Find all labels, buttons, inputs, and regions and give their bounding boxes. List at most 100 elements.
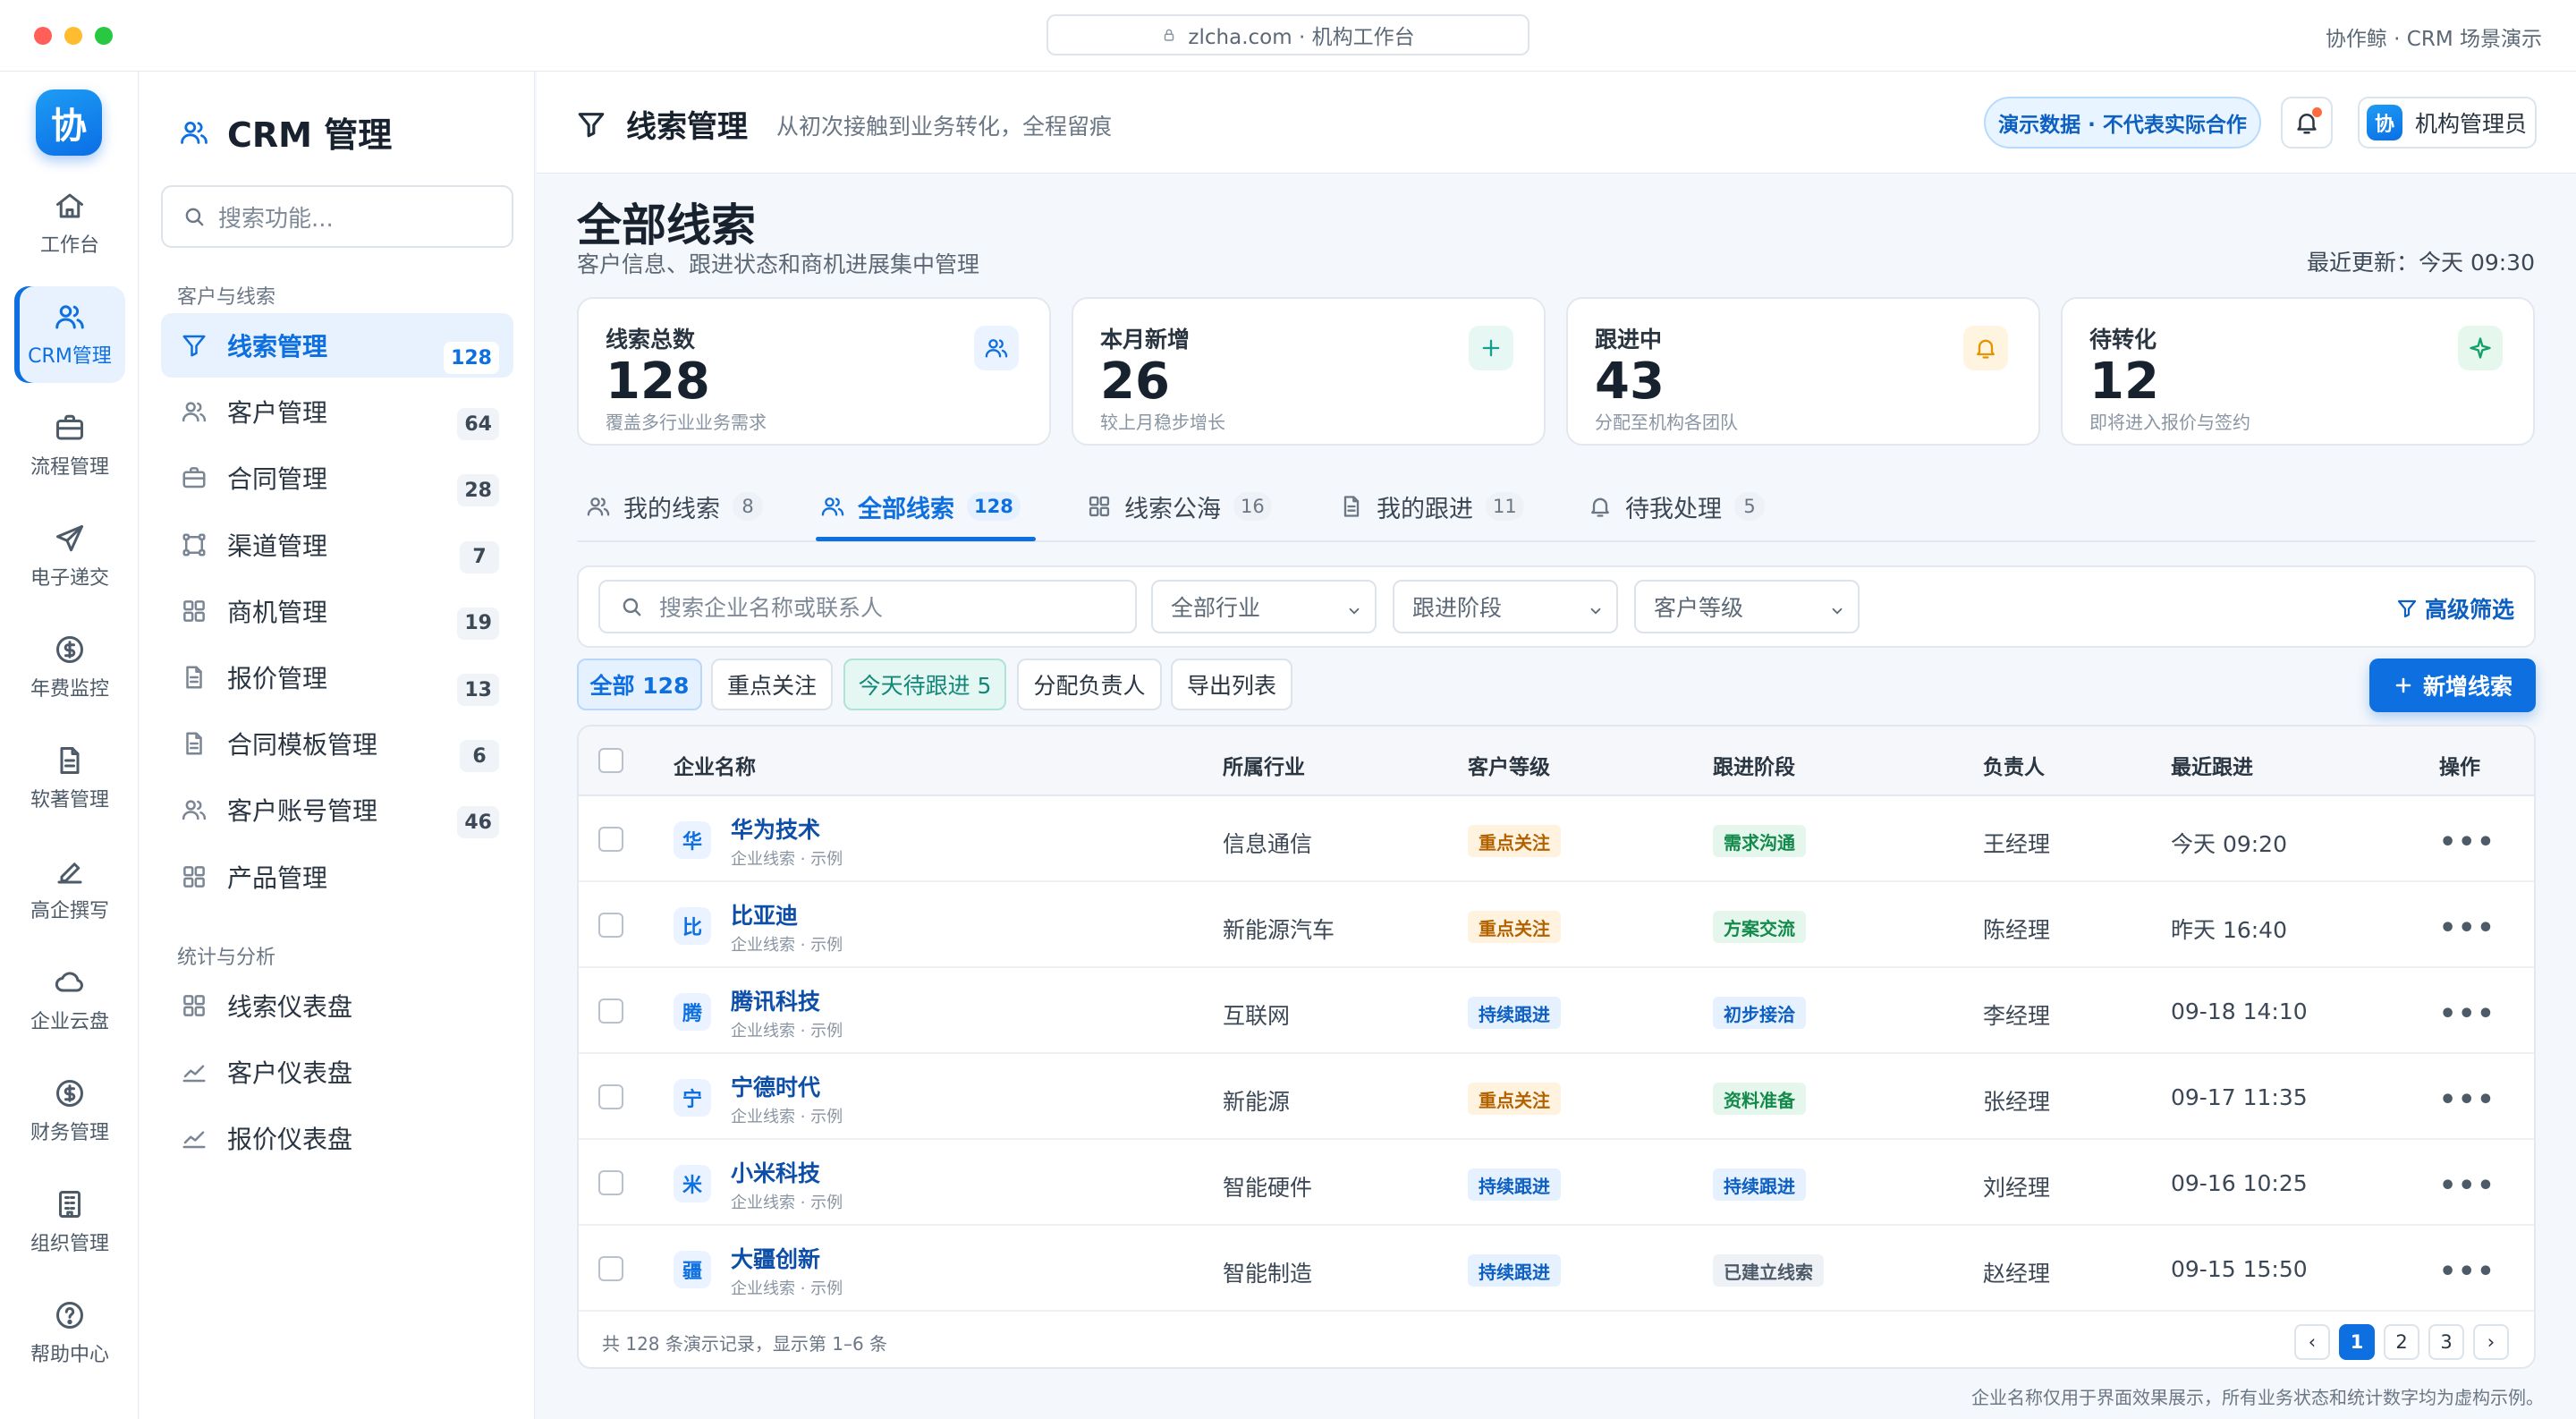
app-logo[interactable]: 协 — [36, 89, 102, 156]
row-checkbox[interactable] — [598, 1256, 623, 1281]
company-name-link[interactable]: 大疆创新 — [731, 1242, 820, 1274]
minimize-window-button[interactable] — [64, 27, 82, 45]
sidebar-item-2-2[interactable]: 客户仪表盘 — [161, 1040, 513, 1104]
row-checkbox[interactable] — [598, 913, 623, 938]
disclaimer-text: 企业名称仅用于界面效果展示，所有业务状态和统计数字均为虚构示例。 — [1971, 1387, 2544, 1408]
sidebar-item-label: 合同模板管理 — [227, 730, 378, 760]
more-actions-button[interactable]: ••• — [2439, 1170, 2496, 1202]
table-row[interactable]: 疆大疆创新 企业线索 · 示例 智能制造 持续跟进 已建立线索 赵经理 09-15 15:5… — [579, 1226, 2534, 1312]
record-count: 共 128 条演示记录，显示第 1–6 条 — [602, 1333, 888, 1355]
stat-card-3[interactable]: 跟进中 43 分配至机构各团队 — [1566, 297, 2040, 446]
sidebar-item-label: 线索仪表盘 — [227, 991, 353, 1022]
advanced-filter-button[interactable]: 高级筛选 — [2396, 592, 2514, 625]
more-actions-button[interactable]: ••• — [2439, 1084, 2496, 1116]
level-select[interactable]: 客户等级 — [1634, 580, 1860, 633]
users-icon — [985, 339, 1008, 358]
table-row[interactable]: 比比亚迪 企业线索 · 示例 新能源汽车 重点关注 方案交流 陈经理 昨天 16:40 ••• — [579, 882, 2534, 968]
tab-label: 线索公海 — [1124, 495, 1221, 523]
company-name-link[interactable]: 宁德时代 — [731, 1070, 820, 1102]
more-actions-button[interactable]: ••• — [2439, 1256, 2496, 1287]
row-checkbox[interactable] — [598, 827, 623, 852]
rail-item-3[interactable]: 流程管理 — [14, 397, 125, 494]
more-actions-button[interactable]: ••• — [2439, 827, 2496, 858]
sidebar-item-1-1[interactable]: 线索管理 128 — [161, 313, 513, 378]
company-avatar: 比 — [674, 907, 711, 945]
tab-1[interactable]: 我的线索 8 — [586, 471, 763, 542]
tab-3[interactable]: 线索公海 16 — [1087, 471, 1272, 542]
table-row[interactable]: 华华为技术 企业线索 · 示例 信息通信 重点关注 需求沟通 王经理 今天 09:20 ••• — [579, 796, 2534, 882]
more-actions-button[interactable]: ••• — [2439, 913, 2496, 944]
company-name-link[interactable]: 腾讯科技 — [731, 984, 820, 1016]
owner-cell: 李经理 — [1983, 1003, 2051, 1029]
page-button[interactable]: 2 — [2384, 1324, 2419, 1360]
page-button[interactable]: 3 — [2428, 1324, 2464, 1360]
page-button[interactable]: 1 — [2339, 1324, 2375, 1360]
rail-item-10[interactable]: 组织管理 — [14, 1174, 125, 1270]
prev-page-button[interactable]: ‹ — [2294, 1324, 2330, 1360]
stat-card-1[interactable]: 线索总数 128 覆盖多行业业务需求 — [577, 297, 1051, 446]
sidebar-item-1-7[interactable]: 合同模板管理 6 — [161, 711, 513, 776]
rail-item-6[interactable]: 软著管理 — [14, 730, 125, 827]
industry-select[interactable]: 全部行业 — [1151, 580, 1377, 633]
select-all-checkbox[interactable] — [598, 748, 623, 773]
tab-2[interactable]: 全部线索 128 — [820, 471, 1021, 542]
company-name-link[interactable]: 比亚迪 — [731, 898, 798, 930]
sidebar-item-2-3[interactable]: 报价仪表盘 — [161, 1106, 513, 1170]
col-industry[interactable]: 所属行业 — [1223, 750, 1305, 780]
chip-all[interactable]: 全部 128 — [577, 659, 702, 710]
more-actions-button[interactable]: ••• — [2439, 998, 2496, 1030]
company-name-link[interactable]: 小米科技 — [731, 1156, 820, 1188]
rail-item-1[interactable]: 工作台 — [14, 175, 125, 272]
chip-assign-owner[interactable]: 分配负责人 — [1017, 659, 1162, 710]
sidebar-item-1-8[interactable]: 客户账号管理 46 — [161, 777, 513, 842]
stat-value: 128 — [606, 353, 710, 411]
sidebar-search-input[interactable]: 搜索功能... — [161, 185, 513, 248]
sidebar-item-1-3[interactable]: 合同管理 28 — [161, 446, 513, 510]
address-bar[interactable]: zlcha.com · 机构工作台 — [1046, 14, 1530, 55]
rail-item-2[interactable]: CRM管理 — [14, 286, 125, 383]
table-row[interactable]: 米小米科技 企业线索 · 示例 智能硬件 持续跟进 持续跟进 刘经理 09-16 10:25… — [579, 1140, 2534, 1226]
sidebar-item-1-5[interactable]: 商机管理 19 — [161, 579, 513, 643]
rail-item-8[interactable]: 企业云盘 — [14, 952, 125, 1049]
close-window-button[interactable] — [34, 27, 52, 45]
industry-cell: 新能源 — [1223, 1089, 1291, 1115]
rail-item-5[interactable]: 年费监控 — [14, 619, 125, 716]
sidebar-item-1-6[interactable]: 报价管理 13 — [161, 645, 513, 710]
table-row[interactable]: 宁宁德时代 企业线索 · 示例 新能源 重点关注 资料准备 张经理 09-17 11:35 •… — [579, 1054, 2534, 1140]
stat-card-4[interactable]: 待转化 12 即将进入报价与签约 — [2061, 297, 2535, 446]
company-name-link[interactable]: 华为技术 — [731, 812, 820, 845]
rail-item-label: 组织管理 — [30, 1233, 109, 1255]
stat-card-2[interactable]: 本月新增 26 较上月稳步增长 — [1072, 297, 1546, 446]
sidebar-item-1-2[interactable]: 客户管理 64 — [161, 379, 513, 444]
row-checkbox[interactable] — [598, 1084, 623, 1109]
row-checkbox[interactable] — [598, 998, 623, 1024]
rail-item-9[interactable]: 财务管理 — [14, 1063, 125, 1160]
tab-4[interactable]: 我的跟进 11 — [1339, 471, 1524, 542]
next-page-button[interactable]: › — [2473, 1324, 2509, 1360]
tab-5[interactable]: 待我处理 5 — [1588, 471, 1765, 542]
chip-today-followup[interactable]: 今天待跟进 5 — [843, 659, 1006, 710]
row-checkbox[interactable] — [598, 1170, 623, 1195]
lead-search-input[interactable]: 搜索企业名称或联系人 — [598, 580, 1137, 633]
sidebar-item-1-9[interactable]: 产品管理 — [161, 845, 513, 909]
col-last-followup[interactable]: 最近跟进 — [2171, 750, 2253, 780]
notifications-button[interactable] — [2281, 97, 2333, 149]
rail-item-7[interactable]: 高企撰写 — [14, 841, 125, 938]
col-company[interactable]: 企业名称 — [674, 750, 756, 780]
chip-key-focus[interactable]: 重点关注 — [711, 659, 833, 710]
col-stage[interactable]: 跟进阶段 — [1713, 750, 1795, 780]
chip-export-list[interactable]: 导出列表 — [1171, 659, 1292, 710]
company-avatar: 米 — [674, 1165, 711, 1202]
add-lead-button[interactable]: 新增线索 — [2369, 659, 2536, 712]
maximize-window-button[interactable] — [95, 27, 113, 45]
col-owner[interactable]: 负责人 — [1983, 750, 2045, 780]
rail-item-4[interactable]: 电子递交 — [14, 508, 125, 605]
table-row[interactable]: 腾腾讯科技 企业线索 · 示例 互联网 持续跟进 初步接洽 李经理 09-18 14:10 •… — [579, 968, 2534, 1054]
admin-menu-button[interactable]: 协 机构管理员 — [2358, 97, 2537, 149]
col-level[interactable]: 客户等级 — [1468, 750, 1550, 780]
rail-item-11[interactable]: 帮助中心 — [14, 1285, 125, 1381]
sidebar-item-2-1[interactable]: 线索仪表盘 — [161, 973, 513, 1038]
stage-select[interactable]: 跟进阶段 — [1393, 580, 1618, 633]
chevron-down-icon — [1590, 608, 1601, 615]
sidebar-item-1-4[interactable]: 渠道管理 7 — [161, 513, 513, 577]
